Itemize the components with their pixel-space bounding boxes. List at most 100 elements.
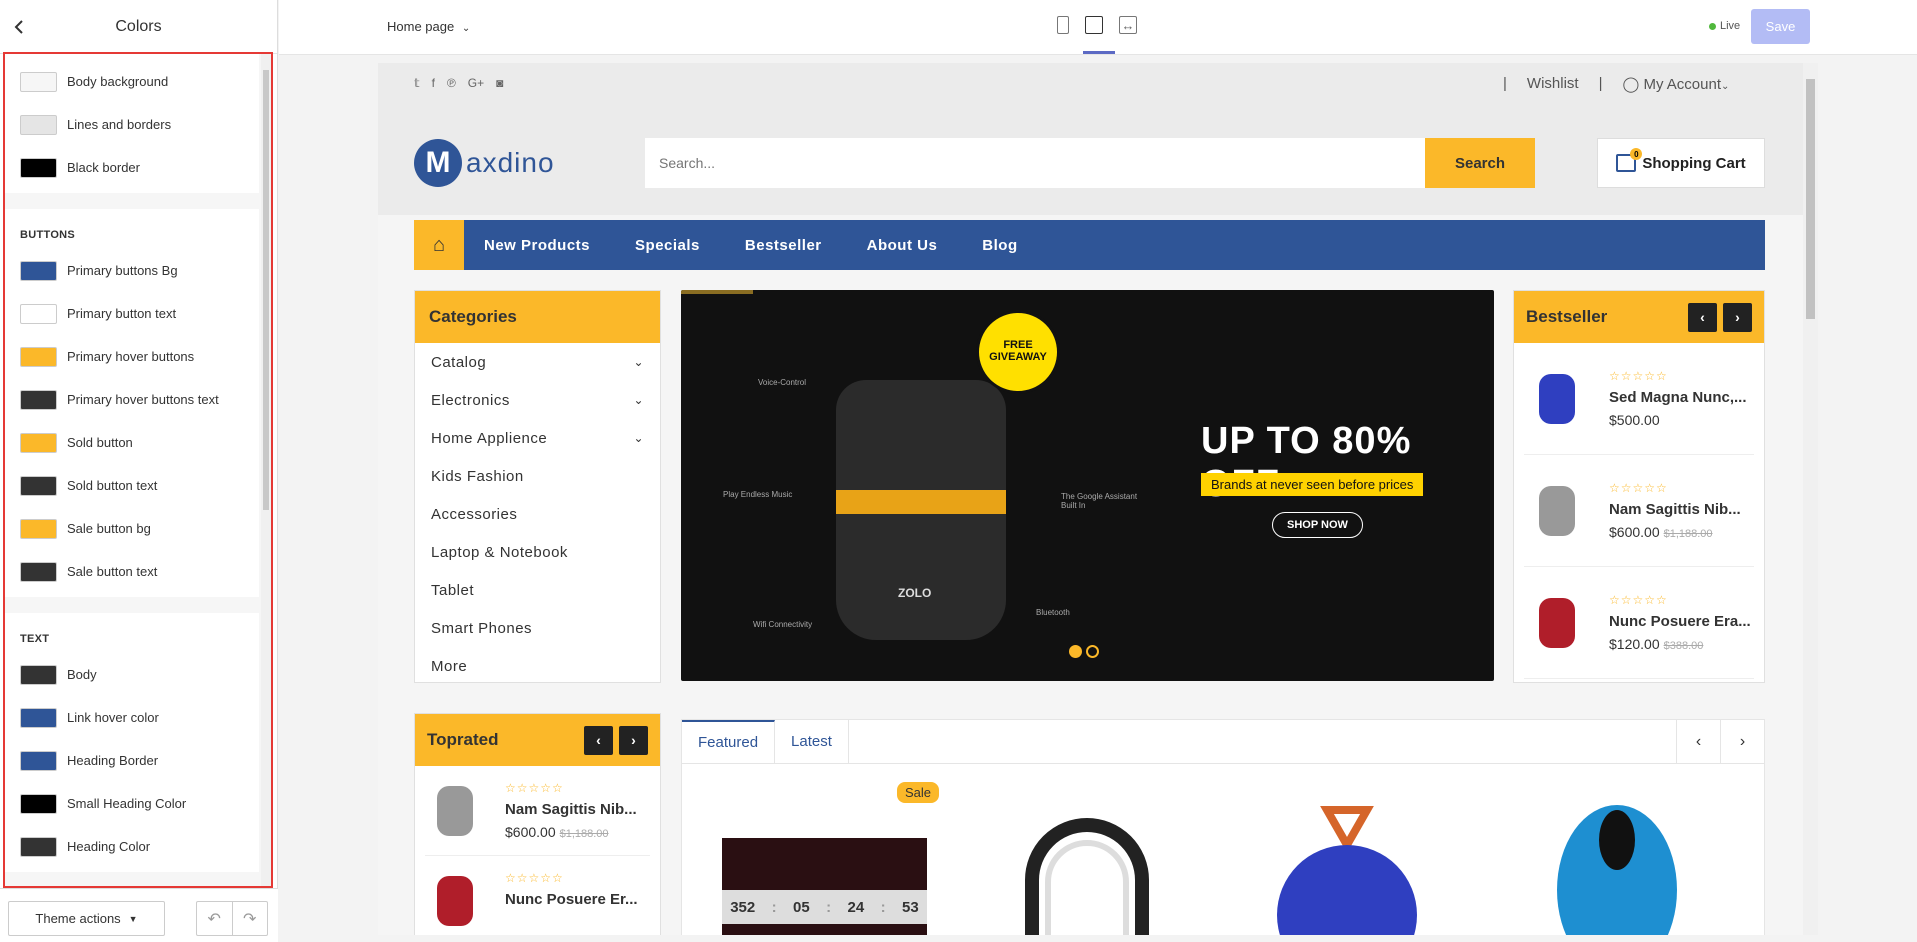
product-name[interactable]: Nam Sagittis Nib... — [505, 801, 650, 818]
nav-new-products[interactable]: New Products — [484, 237, 590, 254]
mouse-product-image[interactable] — [1542, 800, 1692, 935]
color-setting-row[interactable]: Sale button text — [5, 550, 259, 593]
color-setting-row[interactable]: Sold button text — [5, 464, 259, 507]
color-swatch[interactable] — [20, 475, 57, 496]
category-item[interactable]: Laptop & Notebook — [415, 533, 660, 571]
color-swatch[interactable] — [20, 664, 57, 685]
next-arrow-icon[interactable]: › — [619, 725, 648, 755]
sidebar-scrollbar[interactable] — [261, 54, 271, 886]
color-setting-row[interactable]: Lines and borders — [5, 103, 259, 146]
category-item[interactable]: Catalog ⌄ — [415, 343, 660, 381]
pinterest-icon[interactable]: ℗ — [447, 76, 456, 90]
color-settings-list[interactable]: Body background Lines and borders Black bo… — [3, 52, 273, 888]
category-item[interactable]: Electronics ⌄ — [415, 381, 660, 419]
prev-arrow-icon[interactable]: ‹ — [584, 725, 613, 755]
countdown-product-image[interactable]: 352: 05: 24: 53 — [722, 838, 927, 935]
color-setting-row[interactable]: Small Heading Color — [5, 782, 259, 825]
color-swatch[interactable] — [20, 346, 57, 367]
product-item[interactable]: ☆☆☆☆☆ Nunc Posuere Er... — [425, 856, 650, 935]
product-item[interactable]: ☆☆☆☆☆ Nam Sagittis Nib... $600.00 $1,188.00 — [425, 766, 650, 856]
color-swatch[interactable] — [20, 114, 57, 135]
product-thumbnail[interactable] — [425, 861, 485, 936]
category-item[interactable]: More — [415, 647, 660, 685]
prev-arrow-icon[interactable]: ‹ — [1676, 720, 1720, 764]
shopping-cart-button[interactable]: 0 Shopping Cart — [1597, 138, 1765, 188]
product-name[interactable]: Nunc Posuere Era... — [1609, 613, 1754, 630]
redo-icon[interactable]: ↷ — [231, 902, 268, 935]
color-swatch[interactable] — [20, 561, 57, 582]
fullwidth-view-icon[interactable]: ↔ — [1119, 16, 1137, 34]
color-setting-row[interactable]: Body — [5, 653, 259, 696]
color-setting-row[interactable]: Primary hover buttons — [5, 335, 259, 378]
back-arrow-icon[interactable] — [12, 18, 26, 36]
product-thumbnail[interactable] — [425, 771, 485, 851]
product-name[interactable]: Nunc Posuere Er... — [505, 891, 650, 908]
product-name[interactable]: Nam Sagittis Nib... — [1609, 501, 1754, 518]
slider-dot[interactable] — [1069, 645, 1082, 658]
undo-icon[interactable]: ↶ — [197, 902, 232, 935]
product-thumbnail[interactable] — [1524, 583, 1589, 663]
color-setting-row[interactable]: Primary button text — [5, 292, 259, 335]
category-item[interactable]: Tablet — [415, 571, 660, 609]
color-swatch[interactable] — [20, 71, 57, 92]
search-button[interactable]: Search — [1425, 138, 1535, 188]
category-item[interactable]: Accessories — [415, 495, 660, 533]
next-arrow-icon[interactable]: › — [1720, 720, 1764, 764]
save-button[interactable]: Save — [1751, 9, 1810, 44]
scrollbar-thumb[interactable] — [263, 70, 269, 510]
twitter-icon[interactable]: 𝕥 — [414, 76, 420, 90]
color-swatch[interactable] — [20, 750, 57, 771]
store-logo[interactable]: M axdino — [414, 139, 555, 187]
color-swatch[interactable] — [20, 793, 57, 814]
scrollbar-thumb[interactable] — [1806, 79, 1815, 319]
home-icon[interactable]: ⌂ — [414, 220, 464, 270]
tab-featured[interactable]: Featured — [682, 720, 776, 763]
nav-bestseller[interactable]: Bestseller — [745, 237, 822, 254]
headphones-product-image[interactable] — [1012, 800, 1162, 935]
nav-blog[interactable]: Blog — [982, 237, 1017, 254]
theme-actions-button[interactable]: Theme actions ▼ — [8, 901, 165, 936]
search-input[interactable] — [645, 138, 1425, 188]
color-setting-row[interactable]: Heading Border — [5, 739, 259, 782]
color-swatch[interactable] — [20, 707, 57, 728]
category-item[interactable]: Home Applience ⌄ — [415, 419, 660, 457]
speaker-product-image[interactable] — [1272, 800, 1422, 935]
color-setting-row[interactable]: Sold button — [5, 421, 259, 464]
mobile-view-icon[interactable] — [1057, 16, 1069, 34]
color-setting-row[interactable]: Primary hover buttons text — [5, 378, 259, 421]
product-thumbnail[interactable] — [1524, 471, 1589, 551]
color-swatch[interactable] — [20, 389, 57, 410]
color-swatch[interactable] — [20, 432, 57, 453]
preview-scrollbar[interactable] — [1803, 63, 1818, 935]
slider-dot[interactable] — [1086, 645, 1099, 658]
product-item[interactable]: ☆☆☆☆☆ Nam Sagittis Nib... $600.00 $1,188.00 — [1524, 455, 1754, 567]
category-item[interactable]: Kids Fashion — [415, 457, 660, 495]
color-swatch[interactable] — [20, 518, 57, 539]
color-setting-row[interactable]: Sale button bg — [5, 507, 259, 550]
shop-now-button[interactable]: SHOP NOW — [1272, 512, 1363, 538]
prev-arrow-icon[interactable]: ‹ — [1688, 302, 1717, 332]
product-item[interactable]: ☆☆☆☆☆ Sed Magna Nunc,... $500.00 — [1524, 343, 1754, 455]
my-account-link[interactable]: ◯ My Account⌄ — [1622, 75, 1729, 93]
color-swatch[interactable] — [20, 260, 57, 281]
google-plus-icon[interactable]: G+ — [468, 76, 484, 90]
desktop-view-icon[interactable] — [1085, 16, 1103, 34]
next-arrow-icon[interactable]: › — [1723, 302, 1752, 332]
nav-about-us[interactable]: About Us — [867, 237, 938, 254]
color-swatch[interactable] — [20, 157, 57, 178]
product-item[interactable]: ☆☆☆☆☆ Nunc Posuere Era... $120.00 $388.00 — [1524, 567, 1754, 679]
color-setting-row[interactable]: Heading Color — [5, 825, 259, 868]
instagram-icon[interactable]: ◙ — [496, 76, 503, 90]
tab-latest[interactable]: Latest — [775, 720, 849, 763]
category-item[interactable]: Smart Phones — [415, 609, 660, 647]
color-setting-row[interactable]: Black border — [5, 146, 259, 189]
product-thumbnail[interactable] — [1524, 359, 1589, 439]
color-setting-row[interactable]: Link hover color — [5, 696, 259, 739]
nav-specials[interactable]: Specials — [635, 237, 700, 254]
color-setting-row[interactable]: Primary buttons Bg — [5, 249, 259, 292]
color-setting-row[interactable]: Body background — [5, 60, 259, 103]
color-swatch[interactable] — [20, 836, 57, 857]
color-swatch[interactable] — [20, 303, 57, 324]
hero-banner[interactable]: ZOLO FREE GIVEAWAY Voice-Control Play En… — [681, 290, 1494, 681]
page-selector[interactable]: Home page ⌄ — [387, 19, 470, 34]
